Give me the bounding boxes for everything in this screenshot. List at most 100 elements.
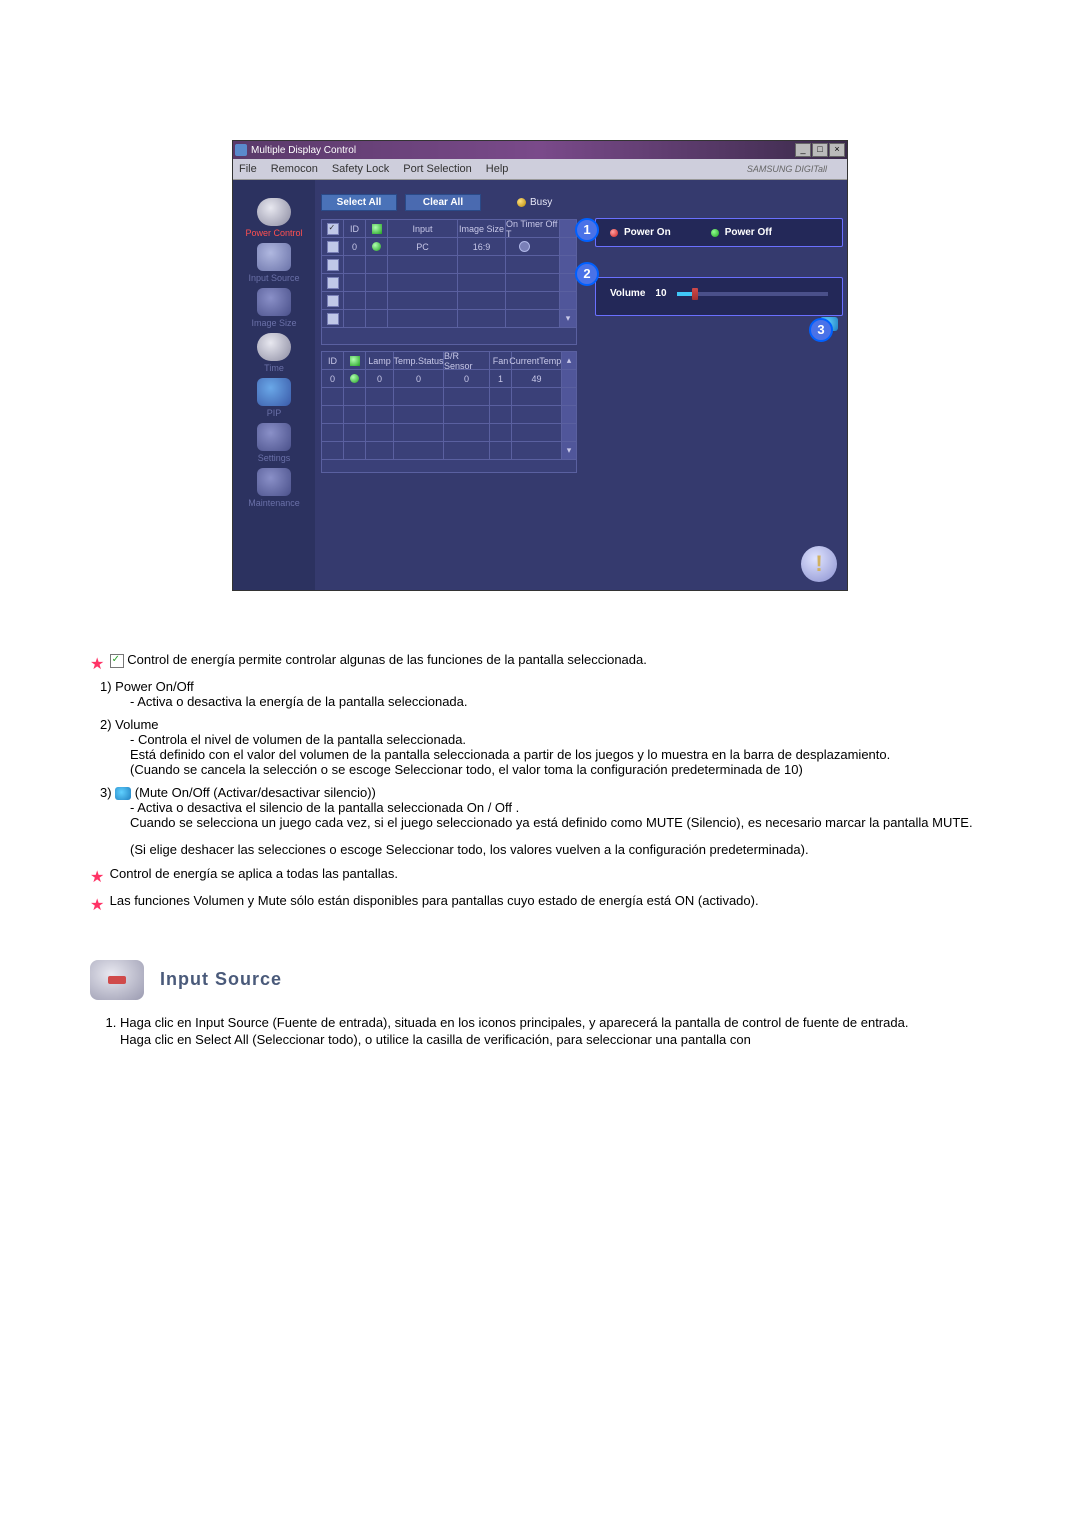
info-icon[interactable] [801, 546, 837, 582]
table-row[interactable] [322, 424, 576, 442]
row-checkbox[interactable] [327, 259, 339, 271]
power-on-button[interactable]: Power On [610, 227, 671, 238]
top-button-row: Select All Clear All Busy [321, 194, 837, 211]
status-led-icon [372, 242, 381, 251]
item-3: 3) (Mute On/Off (Activar/desactivar sile… [100, 785, 990, 857]
power-control-icon [257, 198, 291, 226]
table-row[interactable] [322, 256, 576, 274]
sidebar-item-time[interactable]: Time [239, 333, 309, 374]
app-icon [235, 144, 247, 156]
note-line: ★ Control de energía se aplica a todas l… [90, 865, 990, 883]
brand-label: SAMSUNG DIGITall [747, 164, 827, 174]
star-icon: ★ [90, 895, 104, 909]
star-icon: ★ [90, 654, 104, 668]
clear-all-button[interactable]: Clear All [405, 194, 481, 211]
window-title: Multiple Display Control [251, 145, 794, 156]
col-status-icon [344, 352, 366, 369]
row-checkbox[interactable] [327, 295, 339, 307]
cell-temp-status: 0 [394, 370, 444, 387]
table-row[interactable]: ▾ [322, 310, 576, 328]
step-text: Haga clic en Select All (Seleccionar tod… [120, 1032, 751, 1047]
menu-help[interactable]: Help [486, 163, 509, 175]
star-icon: ★ [90, 867, 104, 881]
volume-value: 10 [655, 288, 666, 299]
sidebar-item-power-control[interactable]: Power Control [239, 198, 309, 239]
maximize-button[interactable]: □ [812, 143, 828, 157]
table-row[interactable] [322, 406, 576, 424]
row-checkbox[interactable] [327, 241, 339, 253]
menubar: File Remocon Safety Lock Port Selection … [233, 159, 847, 180]
col-current-temp: CurrentTemp. [512, 352, 562, 369]
cell-current-temp: 49 [512, 370, 562, 387]
menu-remocon[interactable]: Remocon [271, 163, 318, 175]
power-off-button[interactable]: Power Off [711, 227, 772, 238]
col-image-size: Image Size [458, 220, 506, 237]
sidebar-item-image-size[interactable]: Image Size [239, 288, 309, 329]
item-title: 1) Power On/Off [100, 679, 990, 694]
col-lamp: Lamp [366, 352, 394, 369]
note-text: Las funciones Volumen y Mute sólo están … [110, 893, 759, 908]
sidebar-label: Input Source [248, 273, 299, 283]
col-check [322, 220, 344, 237]
cell-lamp: 0 [366, 370, 394, 387]
step-text: Haga clic en Input Source (Fuente de ent… [120, 1015, 908, 1030]
table-row[interactable] [322, 274, 576, 292]
callout-2: 2 [575, 262, 599, 286]
col-id: ID [344, 220, 366, 237]
sidebar-label: PIP [267, 408, 282, 418]
sidebar-item-input-source[interactable]: Input Source [239, 243, 309, 284]
pip-icon [257, 378, 291, 406]
sidebar-item-settings[interactable]: Settings [239, 423, 309, 464]
col-id: ID [322, 352, 344, 369]
scroll-up[interactable] [560, 220, 576, 237]
table-header-row: ID Input Image Size On Timer Off T [322, 220, 576, 238]
table-row[interactable]: 0 PC 16:9 [322, 238, 576, 256]
item-2: 2) Volume - Controla el nivel de volumen… [100, 717, 990, 777]
minimize-button[interactable]: _ [795, 143, 811, 157]
power-on-label: Power On [624, 227, 671, 238]
row-checkbox[interactable] [327, 277, 339, 289]
item-body: - Controla el nivel de volumen de la pan… [130, 732, 990, 747]
input-source-section-icon [90, 960, 144, 1000]
menu-port-selection[interactable]: Port Selection [403, 163, 471, 175]
busy-label: Busy [530, 197, 552, 208]
main-panel: Select All Clear All Busy ID Input [315, 180, 847, 590]
volume-control-box: Volume 10 [595, 277, 843, 316]
power-control-box: Power On Power Off [595, 218, 843, 247]
power-off-label: Power Off [725, 227, 772, 238]
cell-image-size: 16:9 [458, 238, 506, 255]
col-temp-status: Temp.Status [394, 352, 444, 369]
time-icon [257, 333, 291, 361]
table-row[interactable] [322, 292, 576, 310]
item-1: 1) Power On/Off - Activa o desactiva la … [100, 679, 990, 709]
item-body: - Activa o desactiva la energía de la pa… [130, 694, 990, 709]
col-status-icon [366, 220, 388, 237]
sidebar-item-maintenance[interactable]: Maintenance [239, 468, 309, 509]
callout-1: 1 [575, 218, 599, 242]
header-checkbox[interactable] [327, 223, 339, 235]
note-line: ★ Las funciones Volumen y Mute sólo está… [90, 892, 990, 910]
row-checkbox[interactable] [327, 313, 339, 325]
select-all-button[interactable]: Select All [321, 194, 397, 211]
status-header-icon [350, 356, 360, 366]
menu-file[interactable]: File [239, 163, 257, 175]
item-body: (Si elige deshacer las selecciones o esc… [130, 842, 990, 857]
scroll-up[interactable]: ▴ [562, 352, 576, 369]
scroll-down[interactable]: ▾ [562, 442, 576, 459]
maintenance-icon [257, 468, 291, 496]
item-title: 3) (Mute On/Off (Activar/desactivar sile… [100, 785, 990, 800]
close-button[interactable]: × [829, 143, 845, 157]
table-row[interactable]: 0 0 0 0 1 49 [322, 370, 576, 388]
cell-on-timer [506, 238, 560, 255]
menu-safety-lock[interactable]: Safety Lock [332, 163, 389, 175]
scroll-down[interactable]: ▾ [560, 310, 576, 327]
volume-thumb[interactable] [692, 288, 698, 300]
app-window: Multiple Display Control _ □ × File Remo… [232, 140, 848, 591]
volume-slider[interactable] [677, 292, 828, 296]
table-row[interactable] [322, 388, 576, 406]
sidebar-item-pip[interactable]: PIP [239, 378, 309, 419]
section-title: Input Source [160, 969, 282, 990]
table-row[interactable]: ▾ [322, 442, 576, 460]
right-panel: Power On Power Off Volume 10 [595, 218, 843, 346]
cell-fan: 1 [490, 370, 512, 387]
